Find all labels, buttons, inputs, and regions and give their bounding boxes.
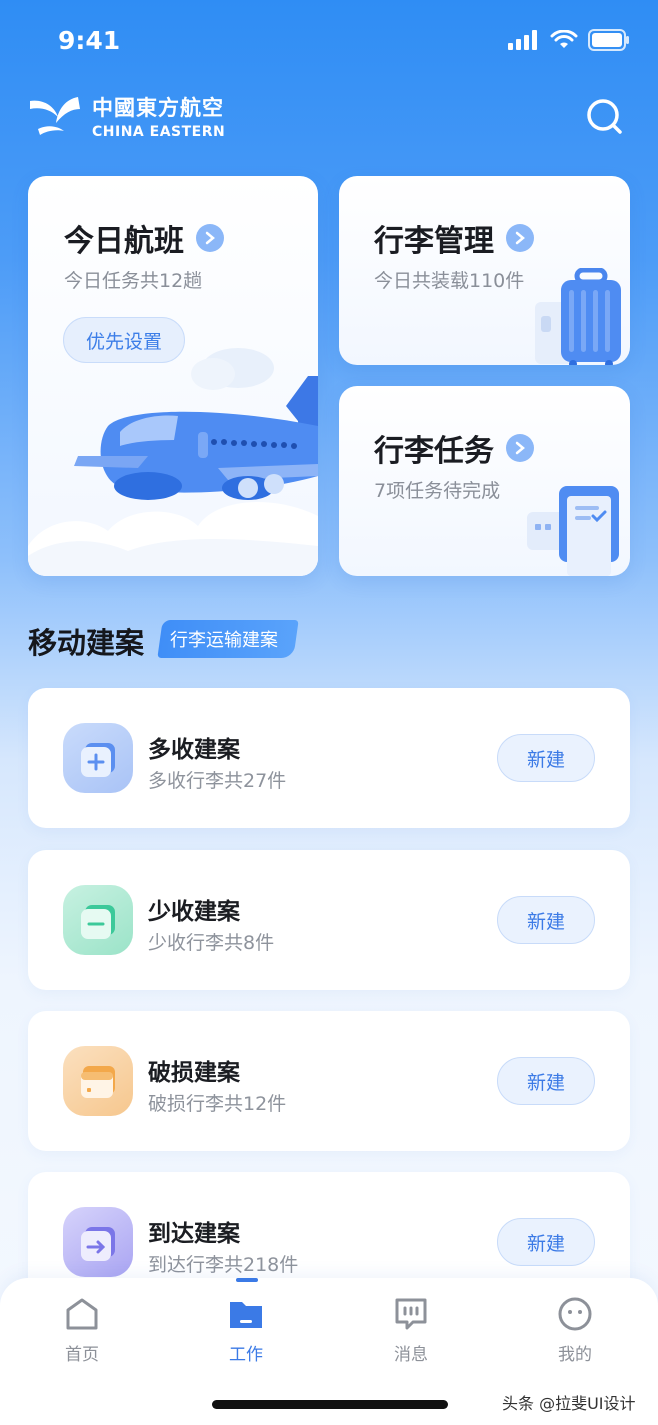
row-subtitle: 破损行李共12件 [148,1093,287,1115]
card-subtitle: 7项任务待完成 [374,480,501,502]
today-flights-card[interactable]: 今日航班 今日任务共12趟 优先设置 [28,176,318,576]
row-subtitle: 多收行李共27件 [148,770,287,792]
row-title: 破损建案 [148,1060,240,1086]
tab-label: 我的 [558,1345,592,1365]
status-icons [508,28,630,52]
arrow-icon [63,1207,133,1277]
home-icon [66,1298,98,1330]
message-icon [395,1298,427,1330]
tab-profile[interactable]: 我的 [530,1296,620,1365]
suitcase-illustration [535,268,621,365]
card-subtitle: 今日共装载110件 [374,270,525,292]
brand-name-en: CHINA EASTERN [92,124,226,140]
active-tab-indicator [236,1278,258,1282]
plus-icon [63,723,133,793]
status-time: 9:41 [58,26,121,55]
card-title-text: 今日航班 [64,224,184,259]
battery-icon [588,29,629,51]
tab-label: 首页 [65,1345,99,1365]
status-bar: 9:41 [0,0,658,80]
signal-icon [508,30,537,50]
ticket-illustration [527,486,619,576]
card-title: 今日航班 [64,216,224,260]
list-item-multi-receive[interactable]: 多收建案 多收行李共27件 新建 [28,688,630,828]
airplane-illustration [28,348,318,576]
wifi-icon [550,30,578,48]
search-icon [587,99,622,134]
tab-label: 工作 [229,1345,263,1365]
folder-icon [230,1302,262,1328]
list-item-damaged[interactable]: 破损建案 破损行李共12件 新建 [28,1011,630,1151]
row-subtitle: 到达行李共218件 [148,1254,299,1276]
new-button[interactable]: 新建 [497,1057,595,1105]
section-title: 移动建案 [28,626,145,660]
airline-logo-icon [30,97,80,135]
chevron-right-icon[interactable] [506,434,534,462]
section-tag: 行李运输建案 [157,620,299,658]
chevron-right-icon[interactable] [506,224,534,252]
tab-home[interactable]: 首页 [37,1296,127,1365]
brand-logo: 中國東方航空 CHINA EASTERN [28,92,225,140]
home-indicator[interactable] [212,1400,448,1409]
new-button[interactable]: 新建 [497,1218,595,1266]
tab-work[interactable]: 工作 [201,1296,291,1365]
chevron-right-icon[interactable] [196,224,224,252]
tab-messages[interactable]: 消息 [366,1296,456,1365]
section-tag-text: 行李运输建案 [170,630,278,651]
brand-name-cn: 中國東方航空 [92,96,224,120]
card-title: 行李管理 [374,216,534,260]
new-button[interactable]: 新建 [497,896,595,944]
row-title: 少收建案 [148,899,240,925]
card-title: 行李任务 [374,426,534,470]
card-subtitle: 今日任务共12趟 [64,270,203,292]
row-title: 到达建案 [148,1221,240,1247]
search-button[interactable] [584,96,624,136]
baggage-tasks-card[interactable]: 行李任务 7项任务待完成 [339,386,630,576]
card-title-text: 行李管理 [374,224,494,259]
card-icon [63,1046,133,1116]
row-subtitle: 少收行李共8件 [148,932,275,954]
minus-icon [63,885,133,955]
watermark: 头条 @拉斐UI设计 [502,1394,636,1413]
baggage-management-card[interactable]: 行李管理 今日共装载110件 [339,176,630,365]
card-title-text: 行李任务 [374,434,494,469]
new-button[interactable]: 新建 [497,734,595,782]
row-title: 多收建案 [148,737,240,763]
tab-label: 消息 [394,1345,428,1365]
list-item-short-receive[interactable]: 少收建案 少收行李共8件 新建 [28,850,630,990]
profile-icon [558,1297,592,1331]
